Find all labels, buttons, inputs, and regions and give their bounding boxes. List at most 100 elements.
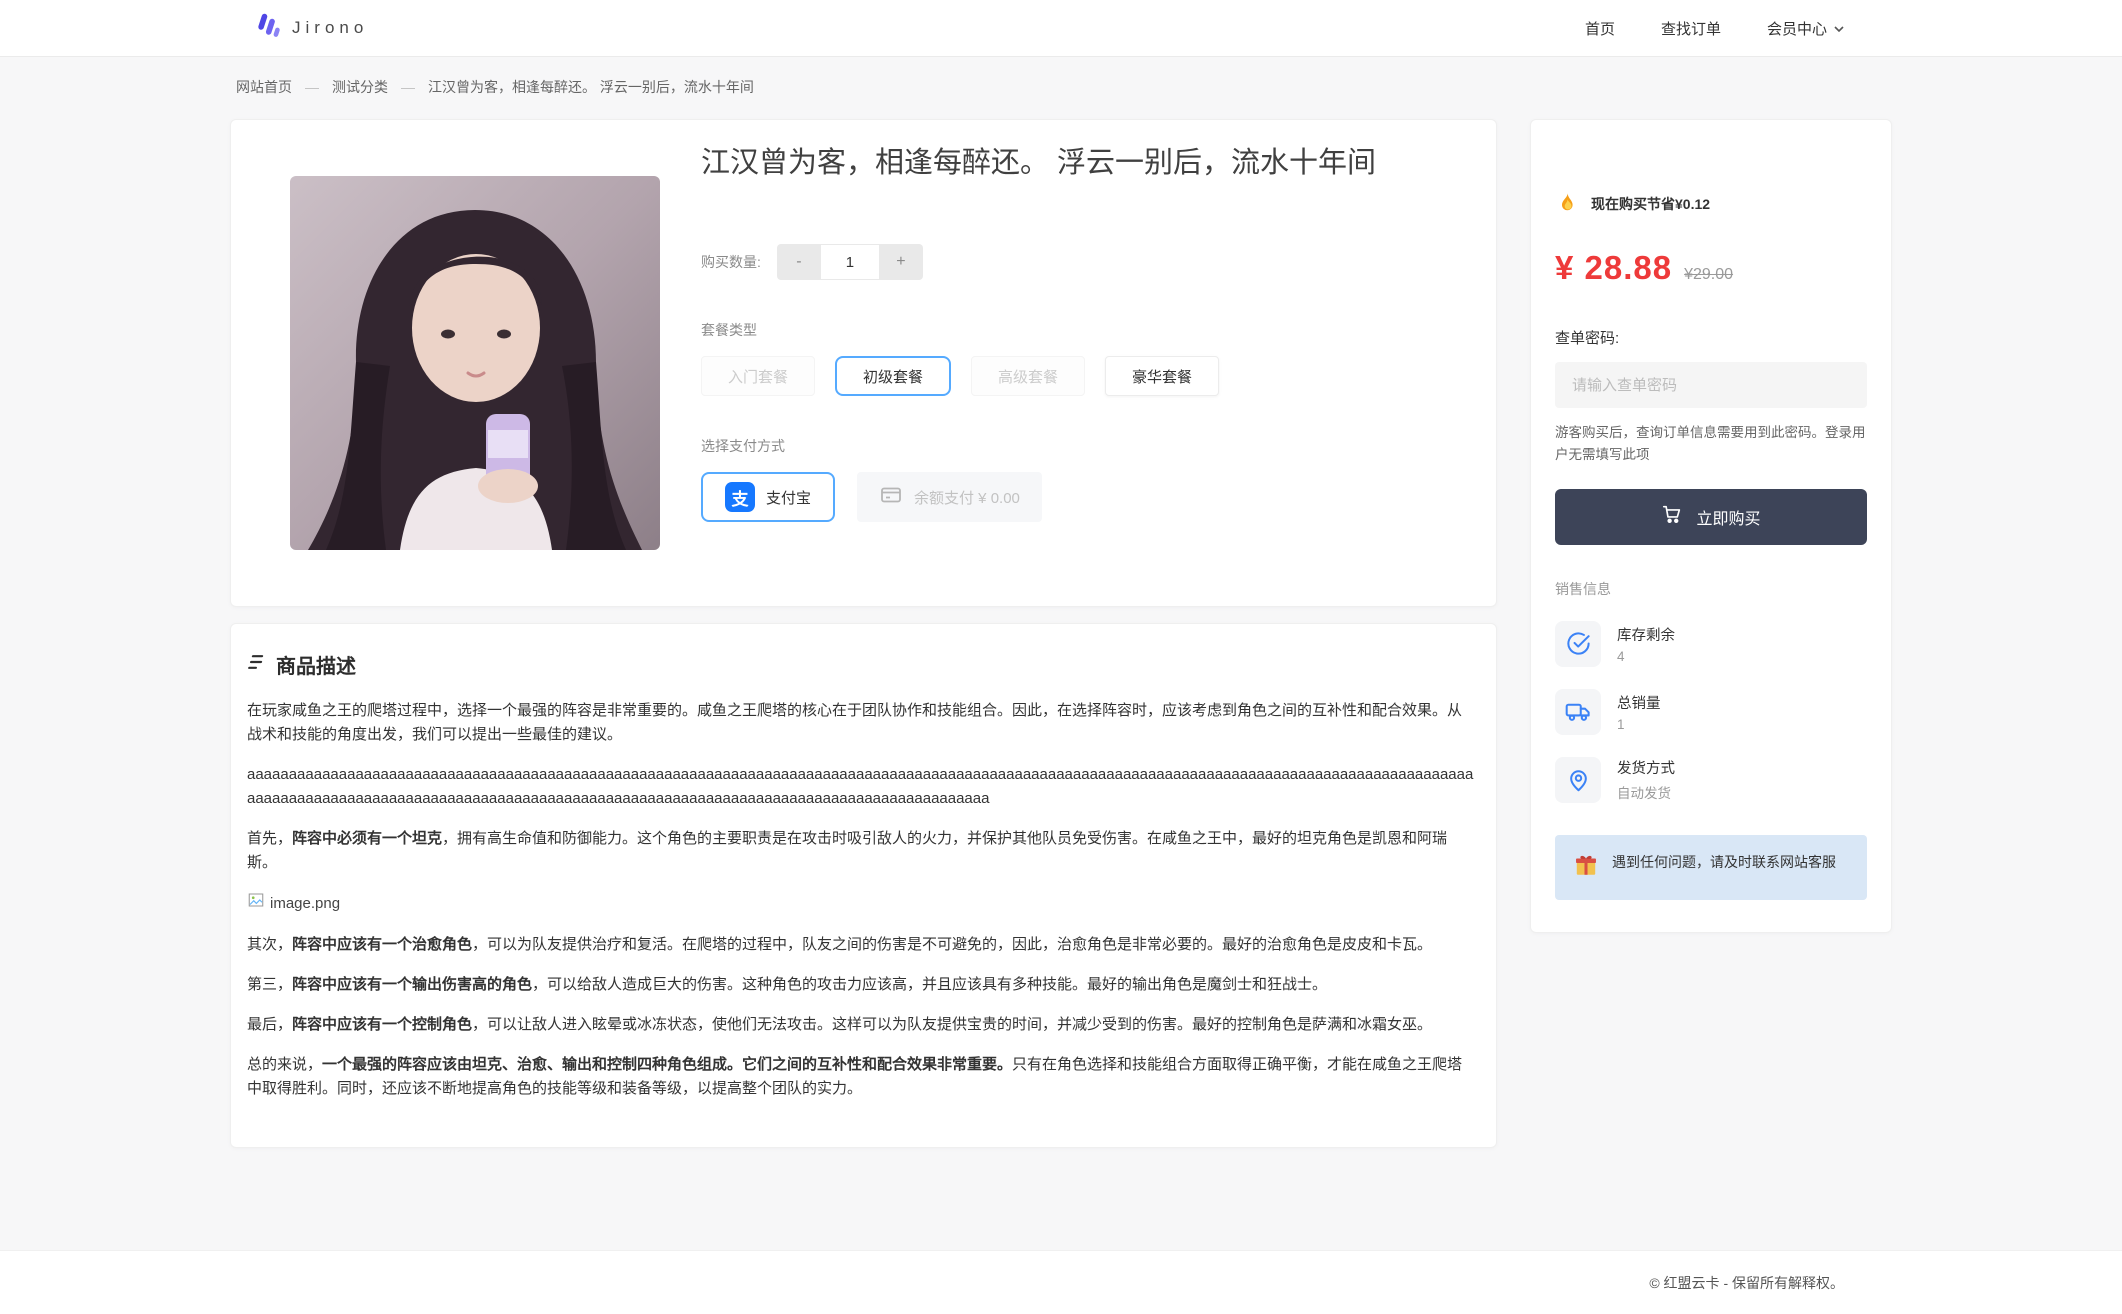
sales-info-row-0: 库存剩余 4 — [1555, 621, 1867, 667]
product-media — [255, 144, 695, 582]
order-password-input[interactable] — [1555, 362, 1867, 408]
sales-info-label: 发货方式 — [1617, 757, 1675, 778]
product-image — [290, 176, 660, 550]
wallet-icon — [879, 483, 903, 511]
current-price: ¥ 28.88 — [1555, 249, 1672, 287]
logo-icon — [254, 11, 281, 45]
description-body: 在玩家咸鱼之王的爬塔过程中，选择一个最强的阵容是非常重要的。咸鱼之王爬塔的核心在… — [247, 699, 1474, 1101]
description-paragraph-1: aaaaaaaaaaaaaaaaaaaaaaaaaaaaaaaaaaaaaaaa… — [247, 763, 1474, 811]
nav-link-find-order[interactable]: 查找订单 — [1661, 18, 1721, 39]
check-circle-icon — [1555, 621, 1601, 667]
quantity-value[interactable]: 1 — [821, 244, 879, 280]
quantity-stepper: - 1 + — [777, 244, 923, 280]
sales-info-text: 库存剩余 4 — [1617, 624, 1675, 664]
text-run: ，可以让敌人进入眩晕或冰冻状态，使他们无法攻击。这样可以为队友提供宝贵的时间，并… — [472, 1016, 1432, 1033]
order-password-label: 查单密码: — [1555, 327, 1867, 348]
breadcrumb-item-1[interactable]: 测试分类 — [332, 77, 388, 97]
description-paragraph-6: 最后，阵容中应该有一个控制角色，可以让敌人进入眩晕或冰冻状态，使他们无法攻击。这… — [247, 1013, 1474, 1037]
sales-info-label: 库存剩余 — [1617, 624, 1675, 645]
truck-icon — [1555, 689, 1601, 735]
location-pin-icon — [1555, 757, 1601, 803]
description-title: 商品描述 — [276, 650, 356, 679]
payment-option-label: 支付宝 — [766, 487, 811, 508]
bold-text: 阵容中应该有一个输出伤害高的角色 — [292, 976, 532, 993]
sales-info-list: 库存剩余 4 总销量 1 发货方式自动发货 — [1555, 621, 1867, 803]
quantity-decrease-button[interactable]: - — [777, 244, 821, 280]
sales-info-row-1: 总销量 1 — [1555, 689, 1867, 735]
broken-image-icon — [247, 891, 265, 917]
text-run: 在玩家咸鱼之王的爬塔过程中，选择一个最强的阵容是非常重要的。咸鱼之王爬塔的核心在… — [247, 702, 1462, 743]
nav-link-label: 会员中心 — [1767, 18, 1827, 39]
nav-link-home[interactable]: 首页 — [1585, 18, 1615, 39]
description-paragraph-2: 首先，阵容中必须有一个坦克，拥有高生命值和防御能力。这个角色的主要职责是在攻击时… — [247, 827, 1474, 875]
alipay-icon: 支 — [725, 482, 755, 512]
flame-icon — [1555, 190, 1579, 217]
navbar: Jirono 首页 查找订单 会员中心 — [0, 0, 2122, 57]
description-paragraph-5: 第三，阵容中应该有一个输出伤害高的角色，可以给敌人造成巨大的伤害。这种角色的攻击… — [247, 973, 1474, 997]
brand-name: Jirono — [292, 18, 368, 38]
notice-box: 遇到任何问题，请及时联系网站客服 — [1555, 835, 1867, 900]
order-password-note: 游客购买后，查询订单信息需要用到此密码。登录用户无需填写此项 — [1555, 422, 1867, 467]
nav-links: 首页 查找订单 会员中心 — [1585, 18, 1844, 39]
sales-info-text: 总销量 1 — [1617, 692, 1661, 732]
nav-link-label: 首页 — [1585, 18, 1615, 39]
buy-now-button[interactable]: 立即购买 — [1555, 489, 1867, 545]
sales-info-row-2: 发货方式自动发货 — [1555, 757, 1867, 803]
package-option-3[interactable]: 豪华套餐 — [1105, 356, 1219, 396]
bold-text: 阵容中必须有一个坦克 — [292, 830, 442, 847]
breadcrumb-separator: — — [401, 79, 415, 95]
text-run: ，可以给敌人造成巨大的伤害。这种角色的攻击力应该高，并且应该具有多种技能。最好的… — [532, 976, 1327, 993]
gift-icon — [1573, 851, 1599, 884]
copyright-text: © 红盟云卡 - 保留所有解释权。 — [1649, 1273, 1844, 1293]
payment-option-1: 余额支付 ¥ 0.00 — [857, 472, 1042, 522]
product-title: 江汉曾为客，相逢每醉还。 浮云一别后，流水十年间 — [701, 144, 1462, 182]
savings-text: 现在购买节省¥0.12 — [1591, 194, 1710, 214]
text-run: 其次， — [247, 936, 292, 953]
buy-now-label: 立即购买 — [1696, 505, 1760, 529]
nav-link-label: 查找订单 — [1661, 18, 1721, 39]
sales-info-label: 总销量 — [1617, 692, 1661, 713]
original-price: ¥29.00 — [1684, 266, 1733, 284]
broken-image-alt: image.png — [270, 892, 340, 916]
payment-options: 支支付宝 余额支付 ¥ 0.00 — [701, 472, 1462, 522]
purchase-card: 现在购买节省¥0.12 ¥ 28.88 ¥29.00 查单密码: 游客购买后，查… — [1530, 119, 1892, 933]
description-icon — [247, 652, 267, 678]
quantity-label: 购买数量: — [701, 252, 761, 272]
description-paragraph-0: 在玩家咸鱼之王的爬塔过程中，选择一个最强的阵容是非常重要的。咸鱼之王爬塔的核心在… — [247, 699, 1474, 747]
product-card: 江汉曾为客，相逢每醉还。 浮云一别后，流水十年间 购买数量: - 1 + 套餐类… — [230, 119, 1497, 607]
description-paragraph-4: 其次，阵容中应该有一个治愈角色，可以为队友提供治疗和复活。在爬塔的过程中，队友之… — [247, 933, 1474, 957]
cart-icon — [1661, 503, 1683, 530]
chevron-down-icon — [1834, 20, 1844, 37]
text-run: 首先， — [247, 830, 292, 847]
text-run: ，可以为队友提供治疗和复活。在爬塔的过程中，队友之间的伤害是不可避免的，因此，治… — [472, 936, 1432, 953]
breadcrumb-item-0[interactable]: 网站首页 — [236, 77, 292, 97]
text-run: 总的来说， — [247, 1056, 322, 1073]
nav-link-member-center[interactable]: 会员中心 — [1767, 18, 1844, 39]
breadcrumb-separator: — — [305, 79, 319, 95]
text-run: 第三， — [247, 976, 292, 993]
text-run: aaaaaaaaaaaaaaaaaaaaaaaaaaaaaaaaaaaaaaaa… — [247, 766, 1473, 807]
text-run: 最后， — [247, 1016, 292, 1033]
breadcrumb-item-2: 江汉曾为客，相逢每醉还。 浮云一别后，流水十年间 — [428, 77, 754, 97]
description-paragraph-7: 总的来说，一个最强的阵容应该由坦克、治愈、输出和控制四种角色组成。它们之间的互补… — [247, 1053, 1474, 1101]
payment-option-label: 余额支付 ¥ 0.00 — [914, 487, 1020, 508]
payment-method-label: 选择支付方式 — [701, 436, 1462, 456]
sales-info-value: 4 — [1617, 649, 1675, 664]
description-card: 商品描述 在玩家咸鱼之王的爬塔过程中，选择一个最强的阵容是非常重要的。咸鱼之王爬… — [230, 623, 1497, 1148]
sales-info-title: 销售信息 — [1555, 579, 1867, 599]
package-options: 入门套餐初级套餐高级套餐豪华套餐 — [701, 356, 1462, 396]
payment-option-0[interactable]: 支支付宝 — [701, 472, 835, 522]
package-option-2: 高级套餐 — [971, 356, 1085, 396]
savings-banner: 现在购买节省¥0.12 — [1555, 190, 1867, 217]
footer: © 红盟云卡 - 保留所有解释权。 — [0, 1250, 2122, 1314]
bold-text: 阵容中应该有一个控制角色 — [292, 1016, 472, 1033]
breadcrumb: 网站首页 — 测试分类 — 江汉曾为客，相逢每醉还。 浮云一别后，流水十年间 — [230, 77, 1892, 97]
bold-text: 一个最强的阵容应该由坦克、治愈、输出和控制四种角色组成。它们之间的互补性和配合效… — [322, 1056, 1012, 1073]
sales-info-value: 1 — [1617, 717, 1661, 732]
package-option-0: 入门套餐 — [701, 356, 815, 396]
brand-logo[interactable]: Jirono — [254, 11, 368, 45]
notice-text: 遇到任何问题，请及时联系网站客服 — [1612, 851, 1836, 873]
package-type-label: 套餐类型 — [701, 320, 1462, 340]
quantity-increase-button[interactable]: + — [879, 244, 923, 280]
package-option-1[interactable]: 初级套餐 — [835, 356, 951, 396]
